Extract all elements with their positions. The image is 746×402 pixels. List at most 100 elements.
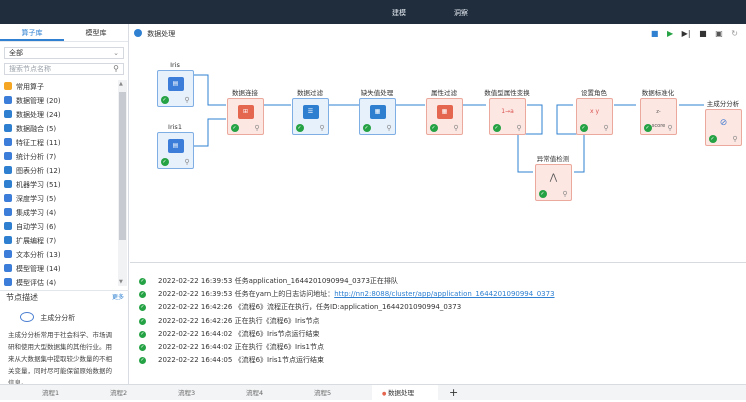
sidebar-item[interactable]: 模型管理 (14)	[0, 262, 118, 276]
node-iris-box[interactable]: ▤ ✓ ⚲	[156, 70, 194, 107]
tab-workflow[interactable]: 流程1	[30, 385, 96, 401]
success-icon: ✓	[139, 330, 146, 338]
table-icon: ▦	[436, 105, 453, 119]
sidebar-item[interactable]: 扩展编程 (7)	[0, 234, 118, 248]
node-missing-box[interactable]: ▦ ✓ ⚲	[358, 98, 396, 135]
sidebar-item[interactable]: 数据融合 (5)	[0, 122, 118, 136]
tab-workflow-label: 流程2	[110, 389, 128, 397]
sidebar-item[interactable]: 模型评估 (4)	[0, 276, 118, 286]
success-icon: ✓	[139, 304, 146, 312]
view-icon[interactable]: ⚲	[603, 124, 608, 132]
tab-workflow-label: 流程4	[246, 389, 264, 397]
success-icon: ✓	[362, 124, 371, 132]
node-normalize[interactable]: 数据标准化 z-score ✓ ⚲	[634, 88, 682, 135]
node-num-convert[interactable]: 数值型属性变换 1→a ✓ ⚲	[482, 88, 532, 135]
edge-iris1-join	[193, 118, 226, 147]
tab-models[interactable]: 模型库	[64, 24, 128, 41]
sidebar-item[interactable]: 数据处理 (24)	[0, 108, 118, 122]
node-role[interactable]: 设置角色 x y ✓ ⚲	[570, 88, 618, 135]
nav-insight[interactable]: 洞察	[454, 8, 468, 18]
sidebar-item[interactable]: 统计分析 (7)	[0, 150, 118, 164]
sidebar-item[interactable]: 自动学习 (6)	[0, 220, 118, 234]
node-num-convert-box[interactable]: 1→a ✓ ⚲	[488, 98, 526, 135]
view-icon[interactable]: ⚲	[254, 124, 259, 132]
sidebar-item[interactable]: 常用算子	[0, 80, 118, 94]
view-icon[interactable]: ⚲	[562, 190, 567, 198]
robot-icon	[4, 180, 12, 188]
success-icon: ✓	[139, 343, 146, 351]
category-select[interactable]: 全部 ⌄	[4, 47, 124, 59]
tab-workflow[interactable]: 流程4	[234, 385, 300, 401]
node-iris1-box[interactable]: ▤ ✓ ⚲	[156, 132, 194, 169]
log-text: 2022-02-22 16:44:02 正在执行《流程6》Iris1节点	[158, 342, 325, 351]
add-tab-button[interactable]: +	[449, 385, 458, 400]
nav-modeling[interactable]: 建模	[392, 8, 406, 18]
sidebar-item-label: 数据融合 (5)	[16, 125, 57, 133]
more-link[interactable]: 更多	[112, 291, 124, 305]
sidebar-item-label: 深度学习 (5)	[16, 195, 57, 203]
log-row: ✓ 2022-02-22 16:44:02 《流程6》Iris节点运行结束	[130, 328, 746, 341]
view-icon[interactable]: ⚲	[667, 124, 672, 132]
log-panel: ✓ 2022-02-22 16:39:53 任务application_16442…	[130, 262, 746, 384]
node-role-box[interactable]: x y ✓ ⚲	[575, 98, 613, 135]
view-icon[interactable]: ⚲	[184, 96, 189, 104]
tab-workflow[interactable]: 流程3	[166, 385, 232, 401]
view-icon[interactable]: ⚲	[184, 158, 189, 166]
node-outlier-box[interactable]: ⋀ ✓ ⚲	[534, 164, 572, 201]
merge-icon	[4, 124, 12, 132]
scroll-thumb[interactable]	[119, 92, 126, 240]
node-pca[interactable]: 主成分分析 ⊘ ✓ ⚲	[700, 99, 746, 146]
sidebar-item[interactable]: 特征工程 (11)	[0, 136, 118, 150]
tab-workflow[interactable]: 流程2	[98, 385, 164, 401]
tab-workflow[interactable]: ● 数据处理	[372, 385, 438, 401]
scroll-down-icon[interactable]: ▼	[119, 279, 123, 285]
node-description-text: 主成分分析常用于社会科学、市场调研和使用大型数据集的其他行业。用来从大数据集中提…	[8, 331, 112, 387]
sidebar-item-label: 机器学习 (51)	[16, 181, 61, 189]
sidebar-item[interactable]: 深度学习 (5)	[0, 192, 118, 206]
success-icon: ✓	[139, 278, 146, 285]
node-missing[interactable]: 缺失值处理 ▦ ✓ ⚲	[354, 88, 400, 135]
node-filter-box[interactable]: ☰ ✓ ⚲	[291, 98, 329, 135]
view-icon[interactable]: ⚲	[386, 124, 391, 132]
view-icon[interactable]: ⚲	[319, 124, 324, 132]
stats-icon	[4, 152, 12, 160]
connection-lines	[193, 74, 704, 173]
node-num-convert-label: 数值型属性变换	[484, 89, 530, 97]
view-icon[interactable]: ⚲	[732, 135, 737, 143]
search-icon[interactable]: ⚲	[113, 63, 119, 74]
node-join[interactable]: 数据连接 ⊞ ✓ ⚲	[223, 88, 267, 135]
sidebar-scrollbar[interactable]: ▲ ▼	[118, 80, 127, 286]
node-attr-filter-box[interactable]: ▦ ✓ ⚲	[425, 98, 463, 135]
node-iris1[interactable]: Iris1 ▤ ✓ ⚲	[155, 122, 195, 169]
sidebar-item[interactable]: 集成学习 (4)	[0, 206, 118, 220]
tab-operators[interactable]: 算子库	[0, 24, 64, 41]
workflow-canvas[interactable]: 数据处理 ■ ▶ ▶| ■ ▣ ↻ Iris ▤ ✓ ⚲ Iris1 ▤ ✓ ⚲	[130, 24, 746, 260]
log-text: 2022-02-22 16:39:53 任务application_164420…	[158, 277, 398, 285]
search-input[interactable]: 搜索节点名称 ⚲	[4, 63, 124, 75]
feature-icon	[4, 138, 12, 146]
node-filter[interactable]: 数据过滤 ☰ ✓ ⚲	[288, 88, 332, 135]
node-iris[interactable]: Iris ▤ ✓ ⚲	[155, 60, 195, 107]
node-normalize-box[interactable]: z-score ✓ ⚲	[639, 98, 677, 135]
sidebar-item-label: 统计分析 (7)	[16, 153, 57, 161]
view-icon[interactable]: ⚲	[516, 124, 521, 132]
log-row: ✓ 2022-02-22 16:39:53 任务在yarn上的日志访问地址：htt…	[130, 288, 746, 301]
sidebar-item-label: 扩展编程 (7)	[16, 237, 57, 245]
node-iris-label: Iris	[170, 61, 180, 69]
workflow-tab-bar: + 流程1 流程2 流程3 流程4 流程5 ● 数据处理	[0, 384, 746, 401]
view-icon[interactable]: ⚲	[453, 124, 458, 132]
log-link[interactable]: http://nn2:8088/cluster/app/application_…	[334, 290, 554, 298]
node-outlier[interactable]: 异常值检测 ⋀ ✓ ⚲	[528, 154, 578, 201]
node-attr-filter[interactable]: 属性过滤 ▦ ✓ ⚲	[422, 88, 466, 135]
tab-workflow[interactable]: 流程5	[302, 385, 368, 401]
node-pca-box[interactable]: ⊘ ✓ ⚲	[704, 109, 742, 146]
auto-icon	[4, 222, 12, 230]
sidebar-item[interactable]: 数据管理 (20)	[0, 94, 118, 108]
node-join-box[interactable]: ⊞ ✓ ⚲	[226, 98, 264, 135]
log-row: ✓ 2022-02-22 16:42:26 正在执行《流程6》Iris节点	[130, 315, 746, 328]
sidebar-item[interactable]: 文本分析 (13)	[0, 248, 118, 262]
sidebar-item[interactable]: 机器学习 (51)	[0, 178, 118, 192]
scroll-up-icon[interactable]: ▲	[119, 81, 123, 87]
node-pca-label: 主成分分析	[706, 100, 740, 108]
sidebar-item[interactable]: 图表分析 (12)	[0, 164, 118, 178]
